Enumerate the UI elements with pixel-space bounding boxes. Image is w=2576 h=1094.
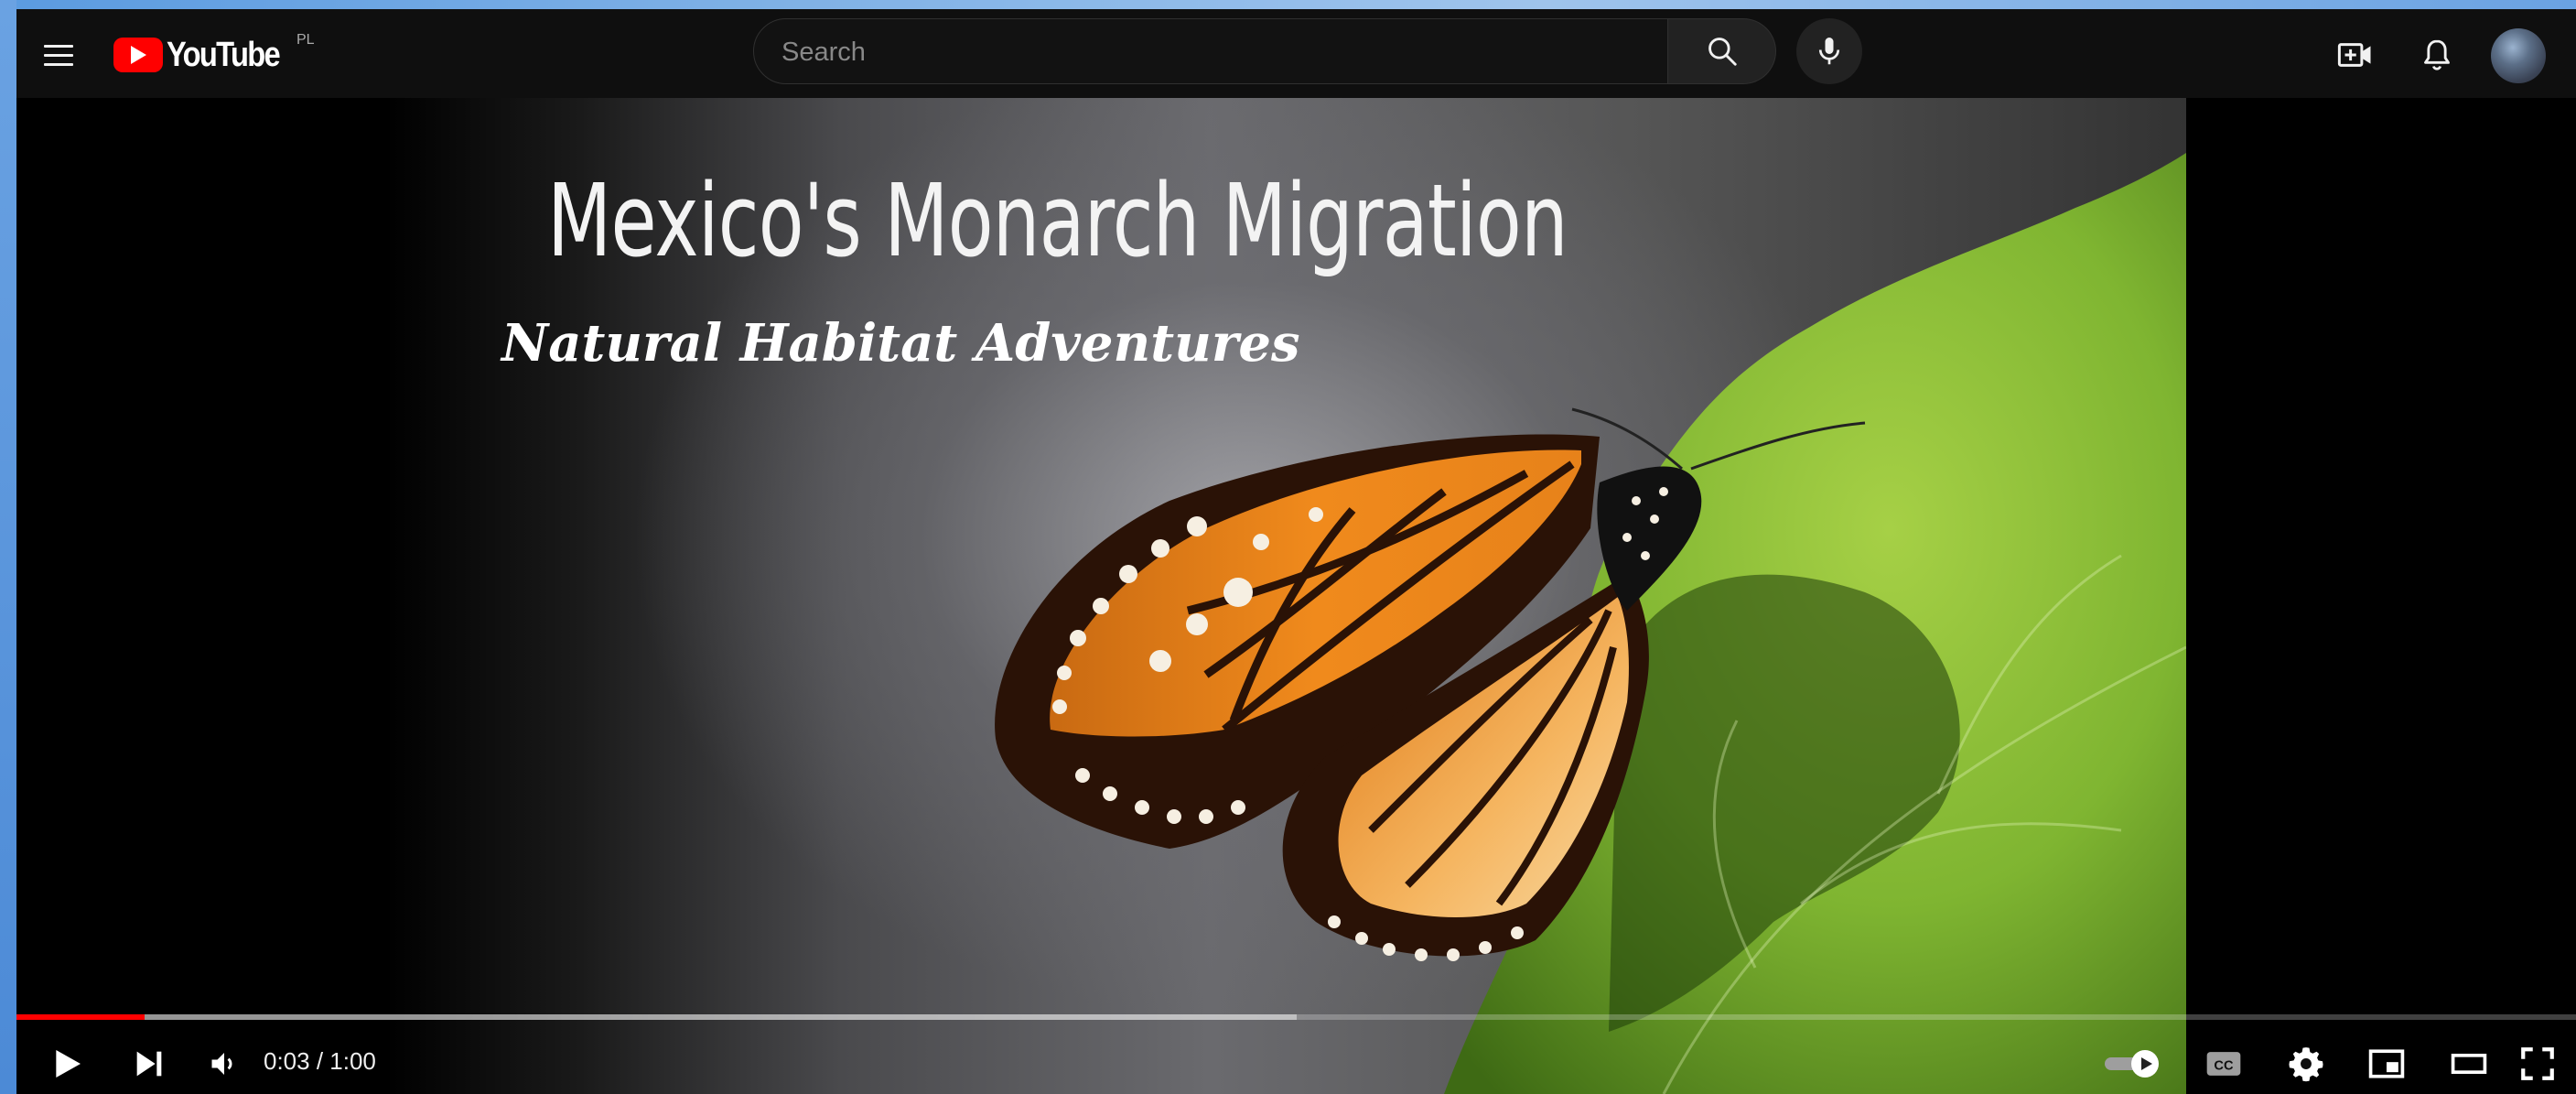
bell-icon[interactable] — [2411, 29, 2463, 81]
microphone-icon — [1818, 38, 1840, 65]
voice-search-button[interactable] — [1796, 18, 1862, 84]
video-subtitle-overlay: Natural Habitat Adventures — [501, 313, 1300, 374]
miniplayer-button[interactable] — [2355, 1032, 2419, 1094]
hamburger-icon[interactable] — [33, 29, 84, 81]
progress-bar[interactable] — [16, 1014, 2576, 1020]
gear-icon — [2289, 1047, 2323, 1082]
video-title-overlay: Mexico's Monarch Migration — [547, 162, 1568, 279]
settings-button[interactable] — [2274, 1032, 2338, 1094]
next-button[interactable] — [117, 1032, 181, 1094]
svg-text:CC: CC — [2214, 1058, 2234, 1073]
volume-button[interactable] — [192, 1032, 256, 1094]
theater-mode-icon — [2451, 1054, 2487, 1074]
youtube-window: YouTube PL Search Mexico's Monarch Migra… — [16, 9, 2576, 1094]
masthead: YouTube PL — [16, 9, 2576, 98]
progress-played — [16, 1014, 145, 1020]
youtube-play-logo-icon — [113, 38, 163, 72]
fullscreen-button[interactable] — [2506, 1032, 2570, 1094]
volume-icon — [211, 1053, 232, 1075]
youtube-logo[interactable]: YouTube PL — [113, 29, 315, 81]
miniplayer-icon — [2368, 1049, 2405, 1078]
fullscreen-icon — [2521, 1047, 2554, 1080]
logo-country-code: PL — [296, 32, 315, 48]
video-player[interactable]: Mexico's Monarch Migration Natural Habit… — [16, 98, 2576, 1094]
search-input[interactable] — [780, 19, 1644, 85]
search-icon — [1708, 38, 1737, 66]
create-video-icon[interactable] — [2329, 29, 2380, 81]
cc-icon: CC — [2206, 1052, 2241, 1076]
search-button[interactable] — [1668, 18, 1776, 84]
progress-loaded — [16, 1014, 1297, 1020]
captions-button[interactable]: CC — [2192, 1032, 2256, 1094]
search-box — [753, 18, 1668, 85]
autoplay-toggle[interactable] — [2092, 1032, 2174, 1094]
avatar[interactable] — [2491, 28, 2546, 83]
logo-text: YouTube — [167, 35, 281, 74]
theater-mode-button[interactable] — [2437, 1032, 2501, 1094]
play-button[interactable] — [35, 1032, 99, 1094]
time-display: 0:03 / 1:00 — [264, 1047, 376, 1075]
play-icon — [56, 1050, 81, 1078]
video-frame[interactable]: Mexico's Monarch Migration Natural Habit… — [16, 98, 2186, 1094]
next-icon — [136, 1051, 162, 1077]
autoplay-toggle-icon — [2105, 1050, 2159, 1078]
desktop-edge — [0, 0, 16, 1094]
